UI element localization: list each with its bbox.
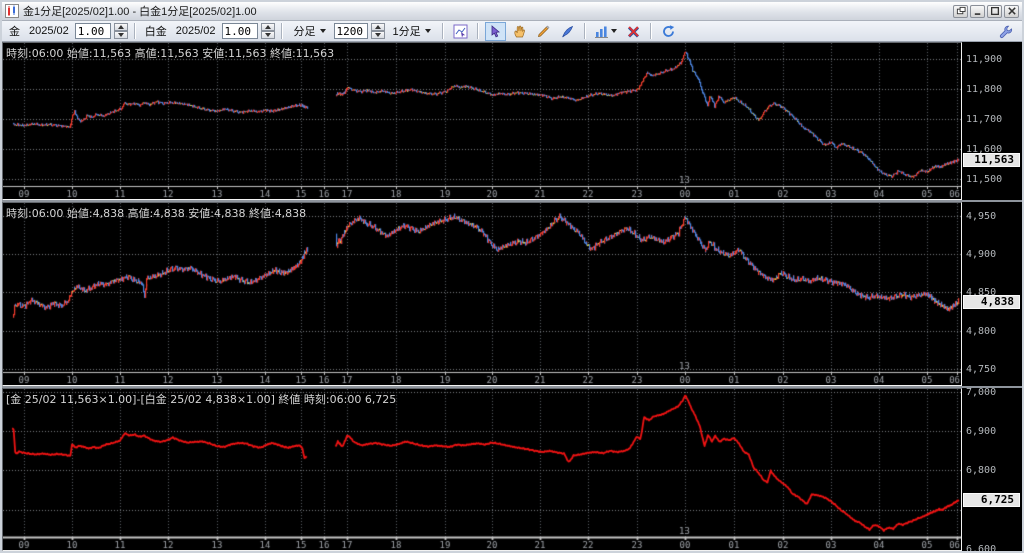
last-price-badge: 6,725 [963, 493, 1020, 507]
spin-down-button[interactable] [113, 31, 128, 39]
platinum-pane: 時刻:06:00 始値:4,838 高値:4,838 安値:4,838 終値:4… [2, 202, 1022, 386]
chart-window: 金1分足[2025/02]1.00 - 白金1分足[2025/02]1.00 金… [0, 0, 1024, 553]
platinum-multiplier-input[interactable] [221, 23, 258, 39]
toolbar-separator [133, 23, 136, 39]
platinum-multiplier-spinner[interactable] [260, 23, 275, 39]
chart-cursor-icon[interactable] [450, 22, 471, 41]
interval-label: 1分足 [392, 26, 421, 38]
toolbar-separator [583, 23, 586, 39]
bar-type-label: 分足 [293, 26, 316, 38]
toolbar-separator [441, 23, 444, 39]
bar-count-input[interactable] [333, 23, 368, 39]
platinum-plot[interactable]: 時刻:06:00 始値:4,838 高値:4,838 安値:4,838 終値:4… [2, 202, 962, 386]
gold-multiplier-input[interactable] [74, 23, 111, 39]
y-axis-label: 4,950 [966, 211, 997, 222]
toolbar: 金 2025/02 白金 2025/02 分足 1分足 [2, 21, 1022, 42]
gold-price-axis: 11,900 11,800 11,700 11,600 11,500 11,563 [962, 42, 1022, 200]
quill-icon[interactable] [557, 22, 578, 41]
chevron-down-icon [319, 29, 326, 33]
delete-x-icon[interactable] [623, 22, 644, 41]
gold-plot[interactable]: 時刻:06:00 始値:11,563 高値:11,563 安値:11,563 終… [2, 42, 962, 200]
last-price-badge: 11,563 [963, 153, 1020, 167]
gold-multiplier-spinner[interactable] [113, 23, 128, 39]
chart-area: 時刻:06:00 始値:11,563 高値:11,563 安値:11,563 終… [2, 42, 1022, 551]
spread-pane: [金 25/02 11,563×1.00]-[白金 25/02 4,838×1.… [2, 388, 1022, 551]
spin-down-button[interactable] [370, 31, 385, 39]
bar-count-spinner[interactable] [370, 23, 385, 39]
new-window-button[interactable] [953, 4, 968, 18]
platinum-price-axis: 4,950 4,900 4,850 4,800 4,750 4,838 [962, 202, 1022, 386]
toolbar-separator [649, 23, 652, 39]
titlebar[interactable]: 金1分足[2025/02]1.00 - 白金1分足[2025/02]1.00 [2, 2, 1022, 21]
y-axis-label: 11,500 [966, 174, 1003, 185]
chevron-down-icon [424, 29, 431, 33]
spin-up-button[interactable] [113, 23, 128, 31]
spin-up-button[interactable] [370, 23, 385, 31]
app-icon [5, 4, 19, 18]
spin-down-button[interactable] [260, 31, 275, 39]
maximize-button[interactable] [987, 4, 1002, 18]
platinum-contract-month: 2025/02 [175, 25, 216, 37]
y-axis-label: 4,800 [966, 326, 997, 337]
pencil-icon[interactable] [533, 22, 554, 41]
y-axis-label: 11,900 [966, 54, 1003, 65]
pointer-icon[interactable] [484, 21, 506, 41]
platinum-symbol-label: 白金 [144, 26, 167, 38]
chevron-down-icon [611, 29, 618, 33]
spin-up-button[interactable] [260, 23, 275, 31]
y-axis-label: 4,900 [966, 249, 997, 260]
y-axis-label: 7,000 [966, 388, 997, 398]
hand-icon[interactable] [509, 22, 530, 41]
window-title: 金1分足[2025/02]1.00 - 白金1分足[2025/02]1.00 [23, 6, 257, 18]
spread-plot[interactable]: [金 25/02 11,563×1.00]-[白金 25/02 4,838×1.… [2, 388, 962, 551]
y-axis-label: 6,600 [966, 544, 997, 551]
bar-type-dropdown[interactable]: 分足 [289, 21, 331, 41]
y-axis-label: 4,750 [966, 364, 997, 375]
interval-dropdown[interactable]: 1分足 [388, 21, 436, 41]
y-axis-label: 6,900 [966, 426, 997, 437]
bar-chart-icon[interactable] [592, 22, 620, 41]
toolbar-separator [476, 23, 479, 39]
wrench-icon[interactable] [995, 22, 1016, 41]
refresh-icon[interactable] [658, 22, 679, 41]
minimize-button[interactable] [970, 4, 985, 18]
close-button[interactable] [1004, 4, 1019, 18]
y-axis-label: 6,800 [966, 465, 997, 476]
gold-pane: 時刻:06:00 始値:11,563 高値:11,563 安値:11,563 終… [2, 42, 1022, 200]
gold-contract-month: 2025/02 [29, 25, 69, 37]
y-axis-label: 11,700 [966, 114, 1003, 125]
toolbar-separator [280, 23, 283, 39]
spread-price-axis: 7,000 6,900 6,800 6,600 6,725 [962, 388, 1022, 551]
y-axis-label: 11,800 [966, 84, 1003, 95]
gold-symbol-label: 金 [9, 26, 20, 38]
last-price-badge: 4,838 [963, 295, 1020, 309]
